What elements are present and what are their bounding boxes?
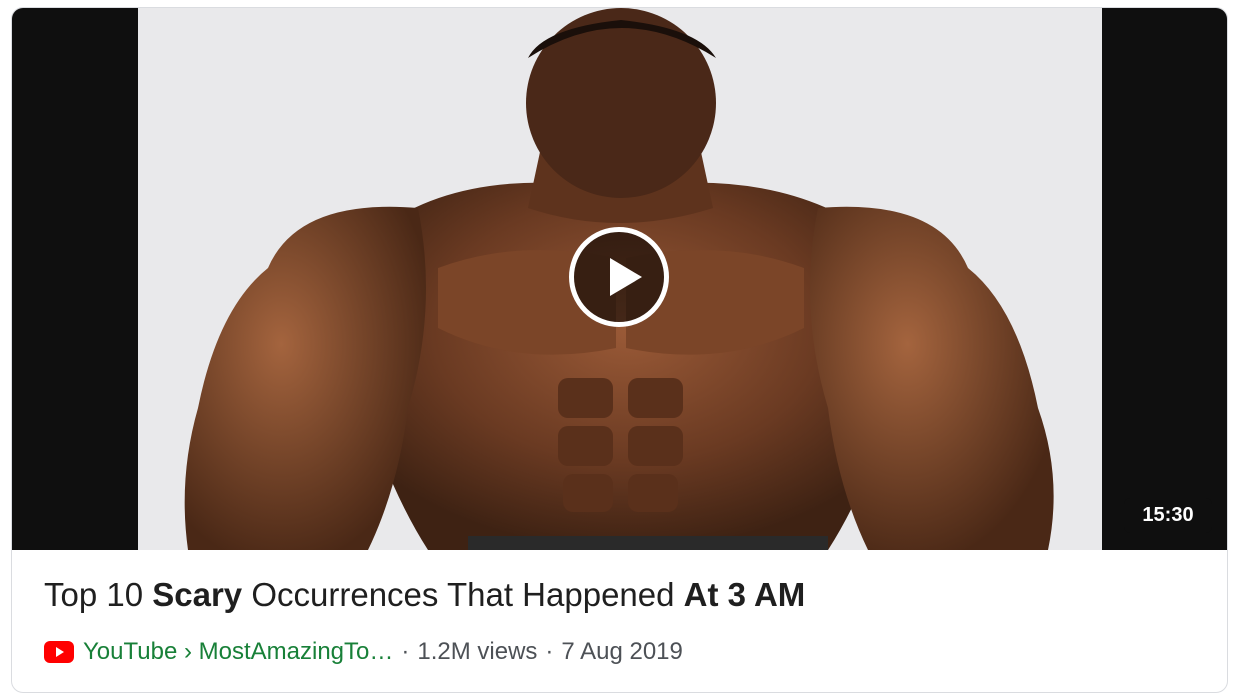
upload-date: 7 Aug 2019 bbox=[561, 638, 683, 665]
title-highlight-2: At 3 AM bbox=[683, 576, 806, 613]
video-result-card[interactable]: 15:30 Top 10 Scary Occurrences That Happ… bbox=[11, 7, 1228, 693]
play-icon bbox=[610, 258, 642, 296]
title-text-2: Occurrences That Happened bbox=[242, 576, 684, 613]
play-button[interactable] bbox=[569, 227, 669, 327]
duration-badge: 15:30 bbox=[1124, 498, 1212, 533]
separator-dot: · bbox=[401, 638, 410, 665]
result-meta: YouTube › MostAmazingTo… · 1.2M views · … bbox=[44, 638, 683, 666]
source-link[interactable]: YouTube › MostAmazingTo… bbox=[83, 638, 393, 666]
separator-dot: · bbox=[545, 638, 554, 665]
title-highlight-1: Scary bbox=[152, 576, 243, 613]
title-text-1: Top 10 bbox=[44, 576, 153, 613]
view-count: 1.2M views bbox=[417, 638, 538, 665]
video-thumbnail[interactable]: 15:30 bbox=[12, 8, 1227, 550]
video-title-link[interactable]: Top 10 Scary Occurrences That Happened A… bbox=[44, 576, 805, 614]
youtube-icon bbox=[44, 641, 74, 663]
